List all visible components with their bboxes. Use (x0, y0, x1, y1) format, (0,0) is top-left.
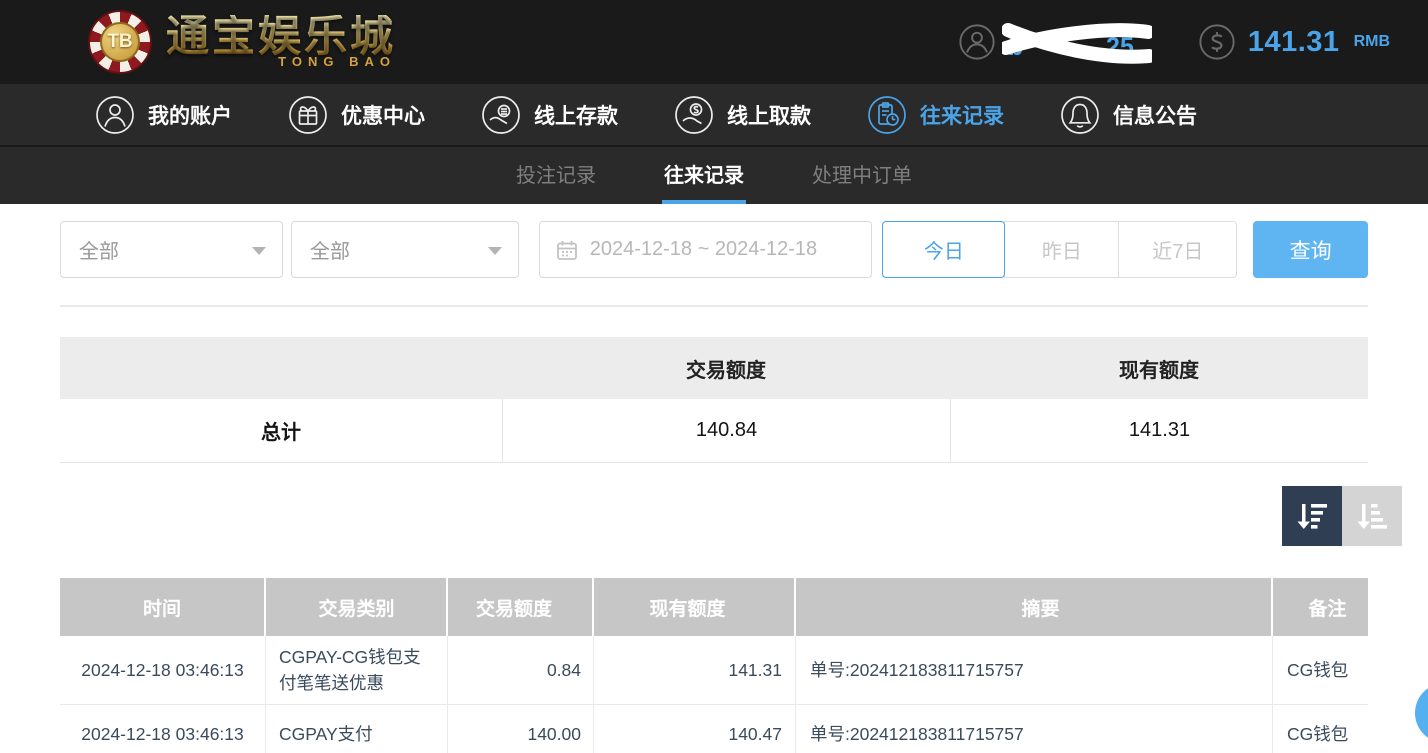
nav-online-withdrawal[interactable]: 线上取款 (674, 95, 811, 135)
summary-header-balance: 现有额度 (950, 354, 1368, 383)
row-type: CGPAY支付 (266, 705, 448, 753)
brand-logo[interactable]: TB 通宝娱乐城 TONG BAO (88, 10, 396, 74)
records-header-row: 时间 交易类别 交易额度 现有额度 摘要 备注 (60, 578, 1368, 636)
transaction-records-page: TB 通宝娱乐城 TONG BAO b 25 (0, 0, 1428, 753)
balance-amount: 141.31 (1248, 26, 1340, 59)
col-header-remark: 备注 (1273, 578, 1368, 636)
date-range-value: 2024-12-18 ~ 2024-12-18 (590, 238, 817, 261)
nav-promotions[interactable]: 优惠中心 (288, 95, 425, 135)
chevron-down-icon (488, 247, 502, 255)
gift-icon (288, 95, 328, 135)
deposit-hand-coin-icon (481, 95, 521, 135)
section-divider (60, 305, 1368, 307)
nav-transaction-records[interactable]: 往来记录 (867, 95, 1004, 135)
row-time: 2024-12-18 03:46:13 (60, 636, 266, 704)
tab-pending-orders[interactable]: 处理中订单 (810, 147, 914, 204)
filter-bar: 全部 全部 2024-12-18 ~ 2024-12-18 今日 昨日 近7日 … (60, 221, 1368, 278)
row-remark: CG钱包 (1273, 636, 1368, 704)
col-header-type: 交易类别 (266, 578, 448, 636)
summary-header-row: 交易额度 现有额度 (60, 337, 1368, 399)
tab-transaction-records[interactable]: 往来记录 (662, 147, 746, 204)
nav-label: 线上存款 (534, 100, 618, 130)
col-header-amount: 交易额度 (448, 578, 594, 636)
user-icon (95, 95, 135, 135)
dollar-circle-icon (1198, 23, 1236, 61)
calendar-icon (556, 239, 578, 261)
bell-icon (1060, 95, 1100, 135)
row-time: 2024-12-18 03:46:13 (60, 705, 266, 753)
nav-my-account[interactable]: 我的账户 (95, 95, 232, 135)
sort-ascending-button[interactable] (1342, 486, 1402, 546)
quick-date-buttons: 今日 昨日 近7日 (882, 221, 1237, 278)
sort-controls (0, 486, 1402, 546)
row-balance: 141.31 (594, 636, 796, 704)
last-7-days-button[interactable]: 近7日 (1118, 221, 1237, 278)
user-circle-icon (958, 23, 996, 61)
nav-label: 往来记录 (920, 100, 1004, 130)
nav-label: 我的账户 (148, 100, 232, 130)
topbar-right: b 25 141.31 RMB (958, 20, 1390, 64)
row-amount: 0.84 (448, 636, 594, 704)
sort-descending-icon (1294, 498, 1330, 534)
row-type: CGPAY-CG钱包支付笔笔送优惠 (266, 636, 448, 704)
balance[interactable]: 141.31 RMB (1198, 23, 1390, 61)
row-amount: 140.00 (448, 705, 594, 753)
user-account[interactable]: b 25 (958, 20, 1140, 64)
redaction-scribble (1002, 20, 1152, 68)
row-remark: CG钱包 (1273, 705, 1368, 753)
floating-action-button[interactable] (1415, 683, 1428, 743)
summary-header-amount: 交易额度 (502, 354, 950, 383)
top-header: TB 通宝娱乐城 TONG BAO b 25 (0, 0, 1428, 84)
withdraw-hand-dollar-icon (674, 95, 714, 135)
nav-online-deposit[interactable]: 线上存款 (481, 95, 618, 135)
sort-ascending-icon (1354, 498, 1390, 534)
nav-label: 信息公告 (1113, 100, 1197, 130)
summary-total-amount: 140.84 (502, 399, 950, 462)
nav-announcements[interactable]: 信息公告 (1060, 95, 1197, 135)
row-summary: 单号:202412183811715757 (796, 636, 1273, 704)
col-header-time: 时间 (60, 578, 266, 636)
summary-total-balance: 141.31 (950, 399, 1368, 462)
summary-total-label: 总计 (60, 416, 502, 445)
record-subtabs: 投注记录 往来记录 处理中订单 (0, 145, 1428, 204)
nav-label: 优惠中心 (341, 100, 425, 130)
row-summary: 单号:202412183811715757 (796, 705, 1273, 753)
summary-total-row: 总计 140.84 141.31 (60, 399, 1368, 463)
casino-chip-icon: TB (88, 10, 152, 74)
today-button[interactable]: 今日 (882, 221, 1005, 278)
col-header-balance: 现有额度 (594, 578, 796, 636)
select-value: 全部 (79, 235, 119, 264)
col-header-summary: 摘要 (796, 578, 1273, 636)
query-button[interactable]: 查询 (1253, 221, 1368, 278)
transaction-type-select[interactable]: 全部 (60, 221, 283, 278)
row-balance: 140.47 (594, 705, 796, 753)
username-redacted: b 25 (1008, 20, 1140, 64)
balance-currency: RMB (1354, 33, 1390, 51)
brand-text: 通宝娱乐城 TONG BAO (166, 15, 396, 69)
tab-betting-records[interactable]: 投注记录 (514, 147, 598, 204)
sort-descending-button[interactable] (1282, 486, 1342, 546)
yesterday-button[interactable]: 昨日 (1004, 221, 1119, 278)
table-row: 2024-12-18 03:46:13 CGPAY支付 140.00 140.4… (60, 705, 1368, 753)
summary-table: 交易额度 现有额度 总计 140.84 141.31 (60, 337, 1368, 463)
transaction-category-select[interactable]: 全部 (291, 221, 519, 278)
chevron-down-icon (252, 247, 266, 255)
select-value: 全部 (310, 235, 350, 264)
main-nav: 我的账户 优惠中心 线上存款 (0, 84, 1428, 145)
nav-label: 线上取款 (727, 100, 811, 130)
date-range-input[interactable]: 2024-12-18 ~ 2024-12-18 (539, 221, 873, 278)
records-table: 时间 交易类别 交易额度 现有额度 摘要 备注 2024-12-18 03:46… (60, 578, 1368, 753)
records-clipboard-clock-icon (867, 95, 907, 135)
chip-monogram: TB (90, 12, 150, 72)
table-row: 2024-12-18 03:46:13 CGPAY-CG钱包支付笔笔送优惠 0.… (60, 636, 1368, 705)
